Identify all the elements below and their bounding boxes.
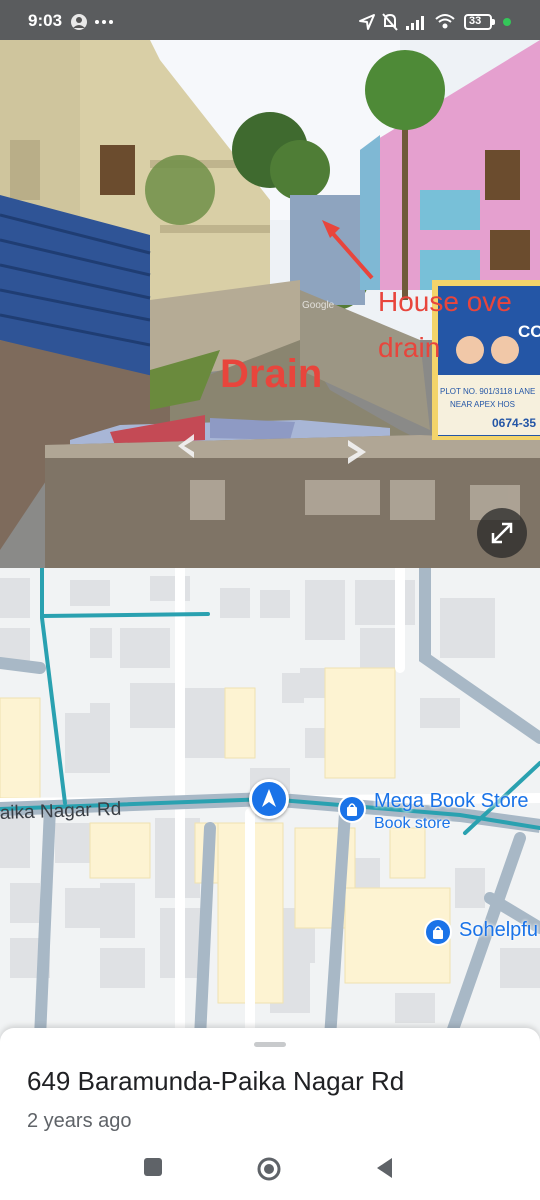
silent-bell-icon: [382, 13, 398, 31]
place-address: 649 Baramunda-Paika Nagar Rd: [27, 1066, 405, 1096]
user-avatar-icon: [71, 14, 87, 30]
poi-category: Book store: [374, 815, 451, 832]
drain-annotation: Drain: [220, 352, 323, 396]
expand-icon: [491, 522, 513, 544]
back-triangle-icon: [377, 1158, 392, 1178]
pan-right-arrow-icon[interactable]: [338, 440, 372, 466]
poi-mega-book-store[interactable]: Mega Book Store Book store: [338, 790, 538, 854]
home-circle-icon: [257, 1157, 281, 1181]
status-bar: 9:03 33: [0, 0, 540, 44]
recents-square-icon: [144, 1158, 162, 1176]
shopping-bag-icon: [424, 918, 452, 946]
billboard-phone: 0674-35: [492, 416, 537, 430]
recents-button[interactable]: [142, 1156, 164, 1178]
poi-sohelpfu[interactable]: Sohelpfu: [424, 918, 540, 950]
wifi-icon: [435, 14, 455, 29]
photo-age: 2 years ago: [27, 1110, 132, 1132]
street-view-photo[interactable]: Drain House ove drain CO PLOT NO. 901/31…: [0, 40, 540, 568]
battery-icon: 33: [464, 14, 492, 30]
signal-icon: [406, 16, 424, 30]
location-arrow-icon: [359, 14, 375, 30]
more-dots-icon: [95, 20, 113, 24]
current-location-marker[interactable]: [249, 779, 289, 819]
billboard-text: CO: [518, 322, 540, 341]
map-view[interactable]: aika Nagar Rd Mega Book Store Book store…: [0, 568, 540, 1038]
status-time: 9:03: [28, 11, 63, 30]
poi-name: Mega Book Store: [374, 790, 529, 812]
billboard-near-text: NEAR APEX HOS: [450, 400, 515, 409]
battery-level: 33: [469, 15, 482, 27]
back-button[interactable]: [374, 1156, 396, 1180]
google-watermark: Google: [302, 300, 335, 311]
home-button[interactable]: [256, 1156, 282, 1182]
shopping-bag-icon: [338, 795, 366, 823]
house-annotation-line1: House ove: [378, 286, 512, 317]
poi-name: Sohelpfu: [459, 919, 538, 941]
drag-handle[interactable]: [254, 1042, 286, 1047]
billboard-plot-text: PLOT NO. 901/3118 LANE: [440, 387, 536, 396]
fullscreen-button[interactable]: [477, 508, 527, 558]
place-info-sheet[interactable]: 649 Baramunda-Paika Nagar Rd 2 years ago: [0, 1028, 540, 1200]
road-label: aika Nagar Rd: [0, 799, 122, 824]
green-dot-icon: [503, 18, 511, 26]
pan-left-arrow-icon[interactable]: [172, 432, 204, 458]
house-annotation-line2: drain: [378, 332, 441, 363]
battery-tip: [492, 19, 495, 25]
navigation-arrow-icon: [262, 789, 276, 807]
